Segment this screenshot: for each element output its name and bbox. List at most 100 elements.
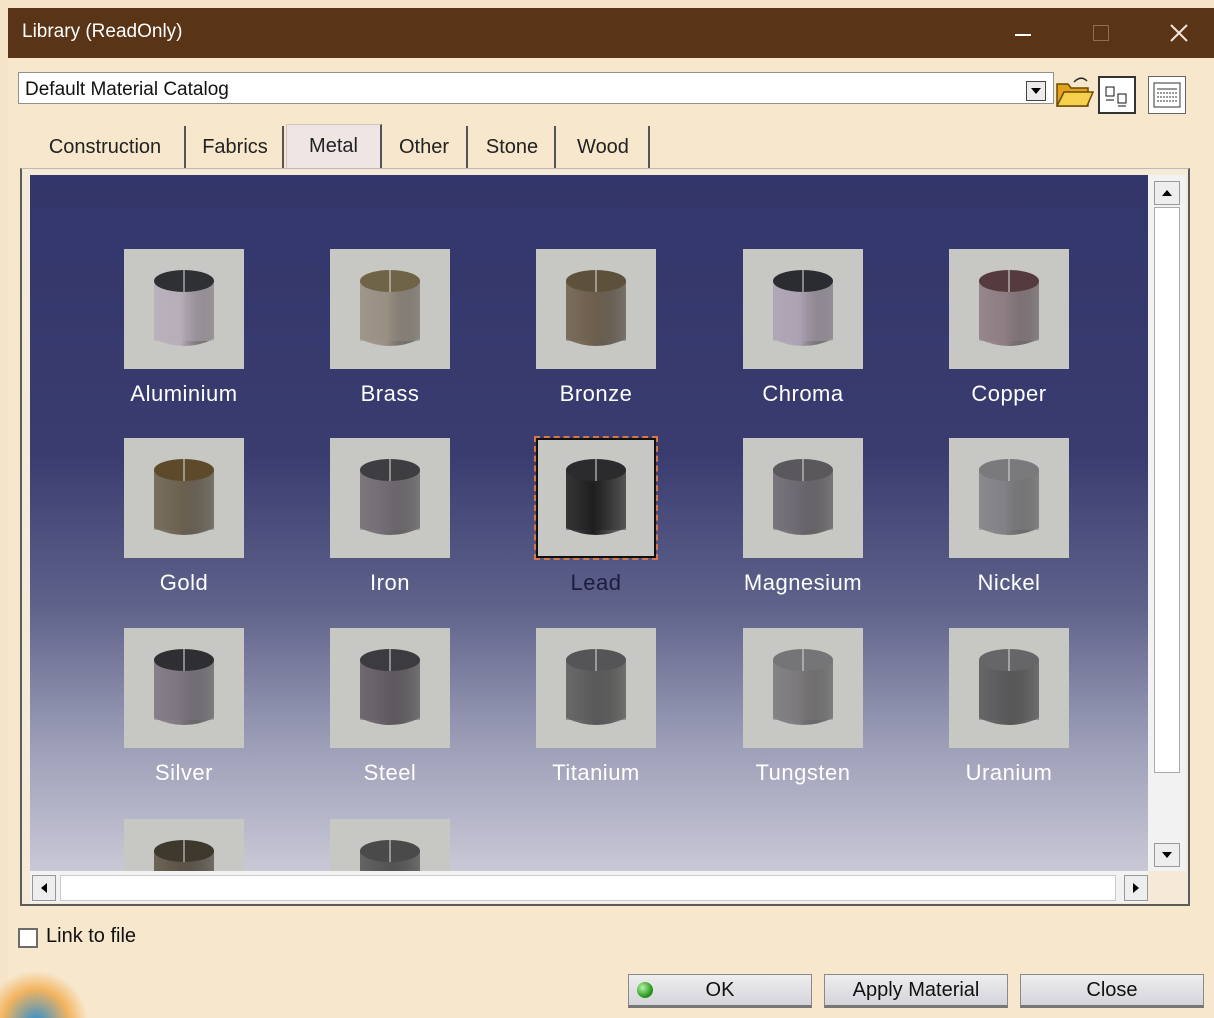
- horizontal-scroll-thumb[interactable]: [60, 875, 1116, 901]
- link-to-file-checkbox[interactable]: [18, 928, 38, 948]
- material-item[interactable]: Bronze: [516, 249, 676, 429]
- scroll-left-button[interactable]: [32, 875, 56, 901]
- material-item[interactable]: Nickel: [929, 438, 1089, 618]
- cylinder-icon: [154, 270, 214, 346]
- scroll-up-button[interactable]: [1154, 181, 1180, 205]
- cylinder-icon: [360, 649, 420, 725]
- dropdown-arrow-icon: [1031, 88, 1041, 94]
- open-folder-button[interactable]: [1054, 74, 1095, 112]
- material-thumbnail[interactable]: [124, 628, 244, 748]
- apply-material-button[interactable]: Apply Material: [824, 974, 1008, 1008]
- cylinder-icon: [979, 649, 1039, 725]
- close-button[interactable]: Close: [1020, 974, 1204, 1008]
- material-thumbnail[interactable]: [743, 438, 863, 558]
- tab-fabrics[interactable]: Fabrics: [188, 126, 284, 170]
- material-thumbnail[interactable]: [534, 436, 658, 560]
- material-item[interactable]: Iron: [310, 438, 470, 618]
- material-item[interactable]: Copper: [929, 249, 1089, 429]
- material-thumbnail[interactable]: [124, 438, 244, 558]
- material-item[interactable]: Gold: [104, 438, 264, 618]
- cylinder-icon: [566, 649, 626, 725]
- material-item[interactable]: Lead: [516, 436, 676, 618]
- tab-label: Metal: [309, 135, 358, 157]
- material-item[interactable]: [104, 819, 264, 871]
- cylinder-icon: [154, 649, 214, 725]
- list-view-button[interactable]: [1148, 76, 1186, 114]
- material-thumbnail[interactable]: [124, 249, 244, 369]
- material-item[interactable]: Aluminium: [104, 249, 264, 429]
- app-logo-fragment: [0, 972, 90, 1018]
- material-item[interactable]: Brass: [310, 249, 470, 429]
- scroll-right-button[interactable]: [1124, 875, 1148, 901]
- list-view-icon: [1153, 82, 1181, 108]
- cylinder-icon: [154, 840, 214, 871]
- tab-wood[interactable]: Wood: [558, 126, 650, 170]
- icon-view-button[interactable]: [1098, 76, 1136, 114]
- material-label: Chroma: [762, 381, 844, 406]
- ok-status-indicator-icon: [637, 982, 653, 998]
- catalog-dropdown-button[interactable]: [1026, 81, 1046, 101]
- material-item[interactable]: Silver: [104, 628, 264, 808]
- material-thumbnail[interactable]: [536, 628, 656, 748]
- cylinder-icon: [566, 459, 626, 535]
- material-thumbnail[interactable]: [949, 438, 1069, 558]
- material-thumbnail[interactable]: [330, 819, 450, 871]
- cylinder-icon: [773, 270, 833, 346]
- close-button-label: Close: [1086, 979, 1138, 1001]
- material-label: Aluminium: [130, 381, 238, 406]
- material-item[interactable]: Steel: [310, 628, 470, 808]
- ok-button-label: OK: [705, 979, 735, 1001]
- material-thumbnail[interactable]: [330, 628, 450, 748]
- material-item[interactable]: Tungsten: [723, 628, 883, 808]
- material-label: Bronze: [559, 381, 633, 406]
- cylinder-icon: [773, 649, 833, 725]
- tab-metal[interactable]: Metal: [286, 124, 382, 172]
- material-thumbnail[interactable]: [949, 628, 1069, 748]
- vertical-scrollbar[interactable]: [1148, 175, 1186, 871]
- material-label: Copper: [971, 381, 1047, 406]
- material-thumbnail[interactable]: [330, 249, 450, 369]
- material-label: Iron: [370, 570, 410, 595]
- material-label: Lead: [570, 570, 622, 595]
- material-thumbnail[interactable]: [124, 819, 244, 871]
- tab-label: Construction: [48, 136, 162, 158]
- link-to-file-label[interactable]: Link to file: [46, 925, 136, 948]
- scroll-down-icon: [1162, 852, 1172, 858]
- material-label: Gold: [159, 570, 209, 595]
- material-item[interactable]: Uranium: [929, 628, 1089, 808]
- tab-label: Fabrics: [202, 136, 268, 158]
- close-icon: [1170, 24, 1188, 42]
- title-bar[interactable]: Library (ReadOnly): [8, 8, 1214, 58]
- cylinder-icon: [979, 459, 1039, 535]
- apply-material-label: Apply Material: [852, 979, 980, 1001]
- scroll-down-button[interactable]: [1154, 843, 1180, 867]
- material-thumbnail[interactable]: [536, 249, 656, 369]
- material-item[interactable]: Chroma: [723, 249, 883, 429]
- material-thumbnail[interactable]: [743, 628, 863, 748]
- ok-button[interactable]: OK: [628, 974, 812, 1008]
- material-label: Brass: [360, 381, 420, 406]
- scroll-right-icon: [1133, 883, 1139, 893]
- catalog-select[interactable]: Default Material Catalog: [18, 72, 1054, 104]
- cylinder-icon: [154, 459, 214, 535]
- material-thumbnail[interactable]: [743, 249, 863, 369]
- material-label: Nickel: [977, 570, 1041, 595]
- material-thumbnail[interactable]: [949, 249, 1069, 369]
- material-thumbnail[interactable]: [330, 438, 450, 558]
- material-label: Tungsten: [755, 760, 851, 785]
- maximize-button: [1066, 8, 1136, 58]
- tab-construction[interactable]: Construction: [26, 126, 186, 170]
- material-item[interactable]: Titanium: [516, 628, 676, 808]
- tab-label: Stone: [485, 136, 539, 158]
- material-item[interactable]: Magnesium: [723, 438, 883, 618]
- horizontal-scrollbar[interactable]: [30, 871, 1148, 903]
- open-folder-icon: [1055, 77, 1095, 107]
- tab-other[interactable]: Other: [382, 126, 468, 170]
- minimize-button[interactable]: [988, 8, 1058, 58]
- material-grid[interactable]: Aluminium Brass Bronze Chroma Copper Gold Iron…: [30, 175, 1148, 871]
- vertical-scroll-thumb[interactable]: [1154, 207, 1180, 773]
- close-window-button[interactable]: [1144, 8, 1214, 58]
- cylinder-icon: [360, 840, 420, 871]
- material-item[interactable]: [310, 819, 470, 871]
- tab-stone[interactable]: Stone: [470, 126, 556, 170]
